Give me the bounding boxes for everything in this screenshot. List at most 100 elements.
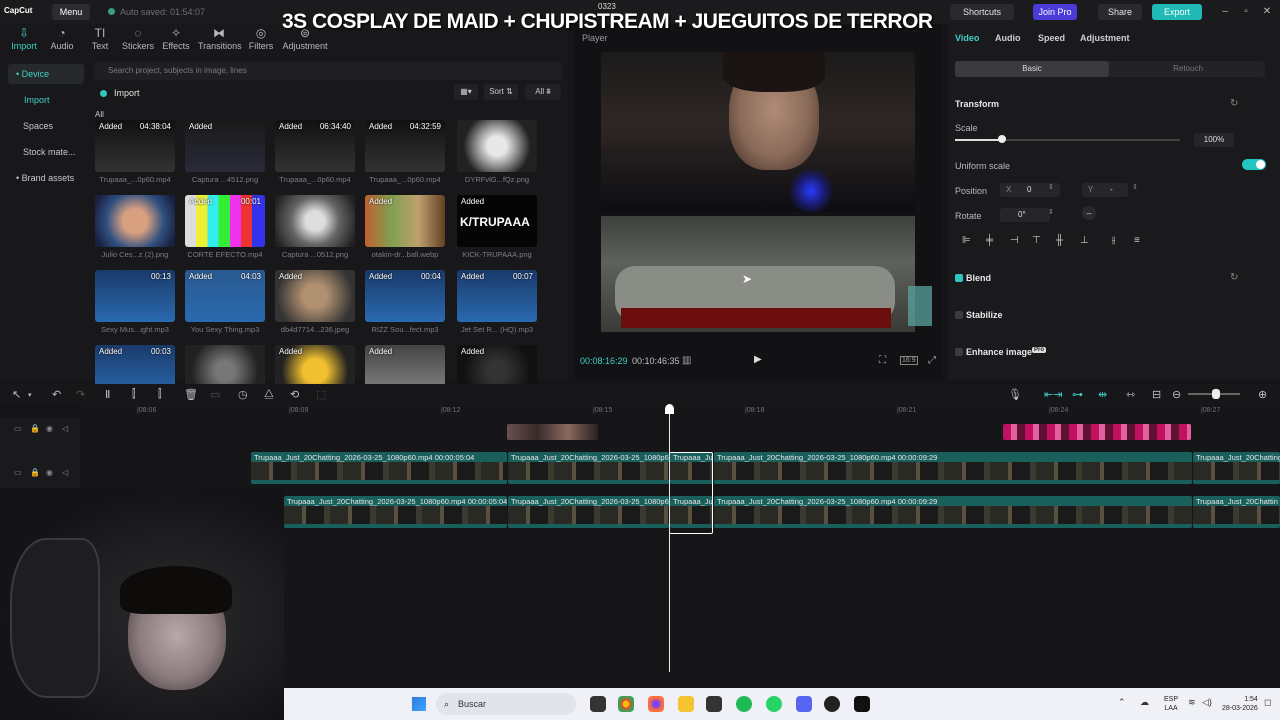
- video-clip[interactable]: Trupaaa_Just_20Chatting_2026-03-25_1080p…: [284, 496, 507, 528]
- nav-import[interactable]: Import: [8, 90, 84, 110]
- nav-stock[interactable]: Stock mate...: [8, 142, 84, 162]
- tab-video[interactable]: Video: [955, 33, 979, 43]
- reset-transform-icon[interactable]: ↻: [1230, 98, 1238, 109]
- obs-icon[interactable]: [824, 696, 840, 712]
- capcut-taskbar-icon[interactable]: [854, 696, 870, 712]
- video-clip[interactable]: Trupaaa_Just_20Chatting_2026-03-25_1080p…: [714, 496, 1192, 528]
- windows-start-icon[interactable]: [412, 697, 426, 711]
- overlay-clip[interactable]: [507, 424, 598, 440]
- media-thumbnail[interactable]: [457, 120, 537, 172]
- zoom-out-icon[interactable]: ⊖: [1172, 388, 1181, 401]
- filter-all-button[interactable]: All ⩩: [525, 84, 561, 100]
- cloud-icon[interactable]: ☁: [1140, 697, 1149, 708]
- share-button[interactable]: Share: [1098, 4, 1142, 20]
- view-grid-icon[interactable]: ▦▾: [454, 84, 478, 100]
- language-indicator[interactable]: ESP LAA: [1164, 695, 1178, 713]
- rotate-clip-icon[interactable]: ⟲: [290, 388, 299, 401]
- tab-stickers[interactable]: ◌ Stickers: [118, 26, 158, 51]
- tab-import[interactable]: ⇩ Import: [4, 26, 44, 51]
- chevron-up-icon[interactable]: ⌃: [1118, 697, 1126, 708]
- x-stepper-icon[interactable]: ⇕: [1048, 183, 1054, 191]
- maximize-icon[interactable]: ▫: [1238, 4, 1254, 20]
- minimize-icon[interactable]: –: [1217, 4, 1233, 20]
- menu-button[interactable]: Menu: [52, 4, 90, 20]
- distribute-h-icon[interactable]: ⫲: [1112, 235, 1115, 246]
- close-icon[interactable]: ✕: [1259, 4, 1275, 20]
- media-thumbnail[interactable]: [95, 195, 175, 247]
- media-thumbnail[interactable]: Added 00:01: [185, 195, 265, 247]
- media-thumbnail[interactable]: Added 00:04: [365, 270, 445, 322]
- crop-icon[interactable]: ⛶: [879, 355, 886, 366]
- seg-retouch[interactable]: Retouch: [1111, 61, 1265, 77]
- app-icon[interactable]: [706, 696, 722, 712]
- lock-icon[interactable]: 🔒: [30, 468, 40, 477]
- tab-audio[interactable]: ◔ Audio: [42, 26, 82, 51]
- spotify-icon[interactable]: [736, 696, 752, 712]
- align-middle-icon[interactable]: ╫: [1056, 235, 1063, 246]
- split-right-icon[interactable]: ⫿: [158, 388, 162, 401]
- media-search-input[interactable]: Search project, subjects in image, lines: [94, 62, 562, 80]
- chevron-down-icon[interactable]: ▾: [28, 391, 32, 399]
- preview-axis-icon[interactable]: ⇹: [1098, 388, 1107, 401]
- media-thumbnail[interactable]: Added 04:32:59: [365, 120, 445, 172]
- folder-icon[interactable]: [678, 696, 694, 712]
- tab-speed[interactable]: Speed: [1038, 33, 1065, 43]
- shortcuts-button[interactable]: Shortcuts: [950, 4, 1014, 20]
- media-thumbnail[interactable]: Added: [365, 195, 445, 247]
- insert-icon[interactable]: ⇿: [1126, 388, 1135, 401]
- rotate-input[interactable]: 0°: [1000, 208, 1050, 222]
- blend-checkbox[interactable]: [955, 274, 963, 282]
- stabilize-checkbox[interactable]: [955, 311, 963, 319]
- taskbar-search[interactable]: ⌕ Buscar: [436, 693, 576, 715]
- tab-adjustment-props[interactable]: Adjustment: [1080, 33, 1130, 43]
- nav-brand-assets[interactable]: • Brand assets: [8, 168, 84, 188]
- align-bottom-icon[interactable]: ⊥: [1080, 235, 1089, 246]
- rotate-dial-icon[interactable]: –: [1082, 206, 1096, 220]
- distribute-v-icon[interactable]: ≡: [1134, 235, 1140, 246]
- tab-transitions[interactable]: ⧓ Transitions: [198, 26, 242, 51]
- video-clip[interactable]: Trupaaa_Just_20Chatting_2026-03-25_1080p…: [251, 452, 507, 484]
- wifi-icon[interactable]: ≋: [1188, 697, 1196, 708]
- media-thumbnail[interactable]: Added: [185, 120, 265, 172]
- media-thumbnail[interactable]: Added: [275, 270, 355, 322]
- delete-icon[interactable]: 🗑: [184, 388, 198, 401]
- video-clip[interactable]: Trupaaa_Just_20Chattin: [1193, 496, 1280, 528]
- track-cover-icon[interactable]: ▭: [14, 424, 22, 433]
- playhead[interactable]: [669, 404, 670, 672]
- video-clip[interactable]: Trupaaa_Just_20Chatting_2026-03-25_1080p…: [714, 452, 1192, 484]
- firefox-icon[interactable]: [648, 696, 664, 712]
- rotate-stepper-icon[interactable]: ⇕: [1048, 208, 1054, 216]
- fullscreen-icon[interactable]: ⤢: [928, 355, 936, 366]
- join-pro-button[interactable]: Join Pro: [1033, 4, 1077, 20]
- media-thumbnail[interactable]: Added 04:03: [185, 270, 265, 322]
- notification-icon[interactable]: ◻: [1264, 697, 1271, 708]
- timeline-ruler[interactable]: [80, 404, 1280, 418]
- zoom-in-icon[interactable]: ⊕: [1258, 388, 1267, 401]
- file-app-icon[interactable]: [590, 696, 606, 712]
- align-right-icon[interactable]: ⊣: [1010, 235, 1019, 246]
- media-thumbnail[interactable]: Added 06:34:40: [275, 120, 355, 172]
- film-strip-icon[interactable]: ▥: [682, 355, 691, 366]
- video-clip[interactable]: Trupaaa_Just_20Chatting: [1193, 452, 1280, 484]
- seg-basic[interactable]: Basic: [955, 61, 1109, 77]
- video-clip[interactable]: Trupaaa_Just_20Chatting_2026-03-25_1080p…: [508, 496, 669, 528]
- scale-value[interactable]: 100%: [1194, 133, 1234, 147]
- mute-icon[interactable]: ◁: [62, 468, 68, 477]
- media-thumbnail[interactable]: [275, 195, 355, 247]
- overlay-clip[interactable]: [1003, 424, 1191, 440]
- microphone-icon[interactable]: 🎙: [1008, 388, 1022, 401]
- split-left-icon[interactable]: ⫿: [132, 388, 136, 401]
- position-y-input[interactable]: Y-: [1082, 183, 1128, 197]
- lock-icon[interactable]: 🔒: [30, 424, 40, 433]
- tab-text[interactable]: TI Text: [80, 26, 120, 51]
- reset-blend-icon[interactable]: ↻: [1230, 272, 1238, 283]
- sort-button[interactable]: Sort ⇅: [484, 84, 518, 100]
- aspect-ratio-button[interactable]: 16:9: [900, 356, 918, 365]
- nav-spaces[interactable]: Spaces: [8, 116, 84, 136]
- whatsapp-icon[interactable]: [766, 696, 782, 712]
- undo-icon[interactable]: ↶: [52, 388, 61, 401]
- mute-icon[interactable]: ◁: [62, 424, 68, 433]
- enhance-checkbox[interactable]: [955, 348, 963, 356]
- nav-device[interactable]: • Device: [8, 64, 84, 84]
- align-top-icon[interactable]: ⊤: [1032, 235, 1041, 246]
